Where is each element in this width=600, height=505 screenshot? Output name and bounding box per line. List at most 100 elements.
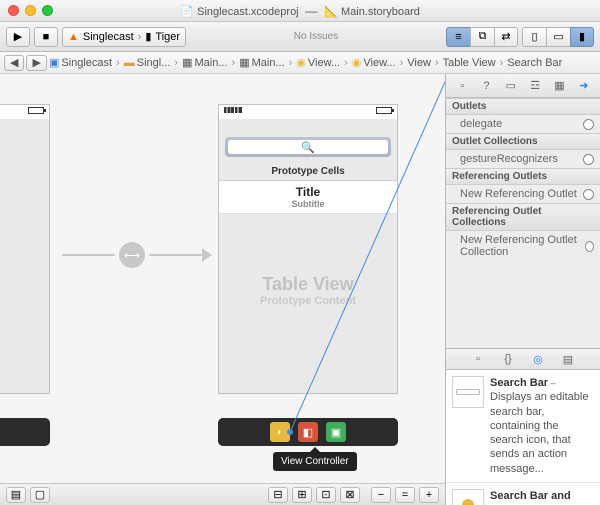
assistant-editor[interactable]: ⧉ [470, 27, 494, 47]
scene-body: n Controller [0, 119, 49, 393]
window-title: 📄 Singlecast.xcodeproj — 📐 Main.storyboa… [0, 4, 600, 18]
jump-segment[interactable]: ◉View... [296, 56, 340, 69]
resolve-button[interactable]: ⊡ [316, 487, 336, 503]
scene-left[interactable]: n Controller [0, 104, 50, 394]
thumb-searchdisplay [452, 489, 484, 505]
object-library-tab[interactable]: ◎ [530, 351, 546, 367]
first-responder-object[interactable]: ◧ [298, 422, 318, 442]
jump-segment[interactable]: ▦Main... [182, 56, 227, 69]
play-icon: ▶ [14, 30, 22, 43]
search-bar[interactable]: 🔍 [225, 137, 391, 157]
device-icon: ▮ [145, 30, 151, 43]
resolve-icon: ⊡ [321, 488, 330, 501]
cell-subtitle: Subtitle [227, 199, 389, 209]
storyboard-canvas[interactable]: n Controller n Controller ⟷ 🔍 Prototype … [0, 74, 445, 505]
identity-inspector-tab[interactable]: ▭ [503, 78, 519, 94]
connection-port[interactable] [585, 241, 594, 252]
app-icon: ▲ [68, 31, 79, 43]
jump-segment[interactable]: ◉View... [352, 56, 396, 69]
object-library[interactable]: Search Bar – Displays an editable search… [446, 370, 600, 505]
toggle-navigator[interactable]: ▯ [522, 27, 546, 47]
project-icon: 📄 [180, 6, 194, 18]
exit-object[interactable]: ▣ [326, 422, 346, 442]
storyboard-icon: 📐 [324, 6, 338, 18]
jump-segment[interactable]: Table View [443, 57, 496, 69]
zoom-out[interactable]: − [371, 487, 391, 503]
project-icon: ▣ [49, 56, 59, 69]
scheme-device: Tiger [155, 31, 180, 43]
stop-button[interactable]: ■ [34, 27, 58, 47]
inspector-tabs: ▫ ? ▭ ☲ ▦ ➜ [446, 74, 600, 98]
magnify-icon: 🔍 [301, 141, 315, 154]
close-window[interactable] [8, 5, 19, 16]
forward-button[interactable]: ▶ [26, 55, 46, 71]
connection-port[interactable] [583, 119, 594, 130]
help-inspector-tab[interactable]: ? [478, 78, 494, 94]
version-editor[interactable]: ⇄ [494, 27, 518, 47]
pin-button[interactable]: ⊞ [292, 487, 312, 503]
outlet-row[interactable]: New Referencing Outlet [446, 185, 600, 203]
jump-segment[interactable]: Search Bar [507, 57, 562, 69]
canvas-bottom-bar: ▤ ▢ ⊟ ⊞ ⊡ ⊠ − = + [0, 483, 445, 505]
panel-toggle-segment: ▯ ▭ ▮ [522, 27, 594, 47]
library-item[interactable]: Search Bar and Search Display Controller… [446, 483, 600, 505]
jump-segment[interactable]: ▦Main... [239, 56, 284, 69]
editor-mode-segment: ≡ ⧉ ⇄ [446, 27, 518, 47]
code-snippet-tab[interactable]: {} [500, 351, 516, 367]
section-header: Referencing Outlet Collections [446, 203, 600, 231]
media-library-tab[interactable]: ▤ [560, 351, 576, 367]
align-button[interactable]: ⊟ [268, 487, 288, 503]
align-icon: ⊟ [273, 488, 282, 501]
scene-icon: ◉ [352, 56, 362, 69]
section-header: Outlet Collections [446, 133, 600, 150]
zoom-window[interactable] [42, 5, 53, 16]
connection-port[interactable] [583, 154, 594, 165]
scene-dock-left[interactable]: n Controller [0, 418, 50, 446]
minimize-window[interactable] [25, 5, 36, 16]
minus-icon: − [378, 489, 384, 501]
toggle-utilities[interactable]: ▮ [570, 27, 594, 47]
scene-dock-right[interactable]: ◐ ◧ ▣ [218, 418, 398, 446]
standard-editor[interactable]: ≡ [446, 27, 470, 47]
storyboard-icon: ▦ [239, 56, 249, 69]
jump-segment[interactable]: ▣Singlecast [49, 56, 112, 69]
prototype-cell[interactable]: Title Subtitle [219, 181, 397, 214]
size-inspector-tab[interactable]: ▦ [551, 78, 567, 94]
scheme-selector[interactable]: ▲ Singlecast › ▮ Tiger [62, 27, 186, 47]
jump-segment[interactable]: View [407, 57, 431, 69]
file-inspector-tab[interactable]: ▫ [454, 78, 470, 94]
library-item[interactable]: Search Bar – Displays an editable search… [446, 370, 600, 483]
jump-segment[interactable]: ▬Singl... [124, 57, 171, 69]
back-button[interactable]: ◀ [4, 55, 24, 71]
folder-icon: ▬ [124, 57, 135, 69]
library-tabs: ▫ {} ◎ ▤ [446, 348, 600, 370]
right-panel-icon: ▮ [579, 30, 585, 43]
connections-inspector-tab[interactable]: ➜ [576, 78, 592, 94]
viewcontroller-object[interactable]: ◐ [270, 422, 290, 442]
attributes-inspector-tab[interactable]: ☲ [527, 78, 543, 94]
cell-title: Title [227, 185, 389, 199]
outlet-row[interactable]: New Referencing Outlet Collection [446, 231, 600, 261]
toggle-debug[interactable]: ▭ [546, 27, 570, 47]
resize-icon: ⊠ [345, 488, 354, 501]
section-header: Outlets [446, 98, 600, 115]
zoom-in[interactable]: + [419, 487, 439, 503]
outlet-row[interactable]: gestureRecognizers [446, 150, 600, 168]
connection-port[interactable] [583, 189, 594, 200]
arrow-icon: ➜ [579, 79, 588, 92]
activity-status: No Issues [190, 31, 442, 42]
scene-tableview[interactable]: 🔍 Prototype Cells Title Subtitle Table V… [218, 104, 398, 394]
file-template-tab[interactable]: ▫ [470, 351, 486, 367]
prototype-header: Prototype Cells [219, 163, 397, 181]
outlet-row[interactable]: delegate [446, 115, 600, 133]
zoom-actual[interactable]: = [395, 487, 415, 503]
tooltip: View Controller [273, 452, 357, 471]
outline-toggle[interactable]: ▤ [6, 487, 26, 503]
run-button[interactable]: ▶ [6, 27, 30, 47]
resize-button[interactable]: ⊠ [340, 487, 360, 503]
jump-bar: ◀ ▶ ▣Singlecast› ▬Singl...› ▦Main...› ▦M… [0, 52, 600, 74]
search-field[interactable]: 🔍 [228, 140, 388, 154]
doc-items[interactable]: ▢ [30, 487, 50, 503]
segue-arrow[interactable]: ⟷ [62, 246, 212, 264]
tableview-label: Table View [219, 274, 397, 295]
